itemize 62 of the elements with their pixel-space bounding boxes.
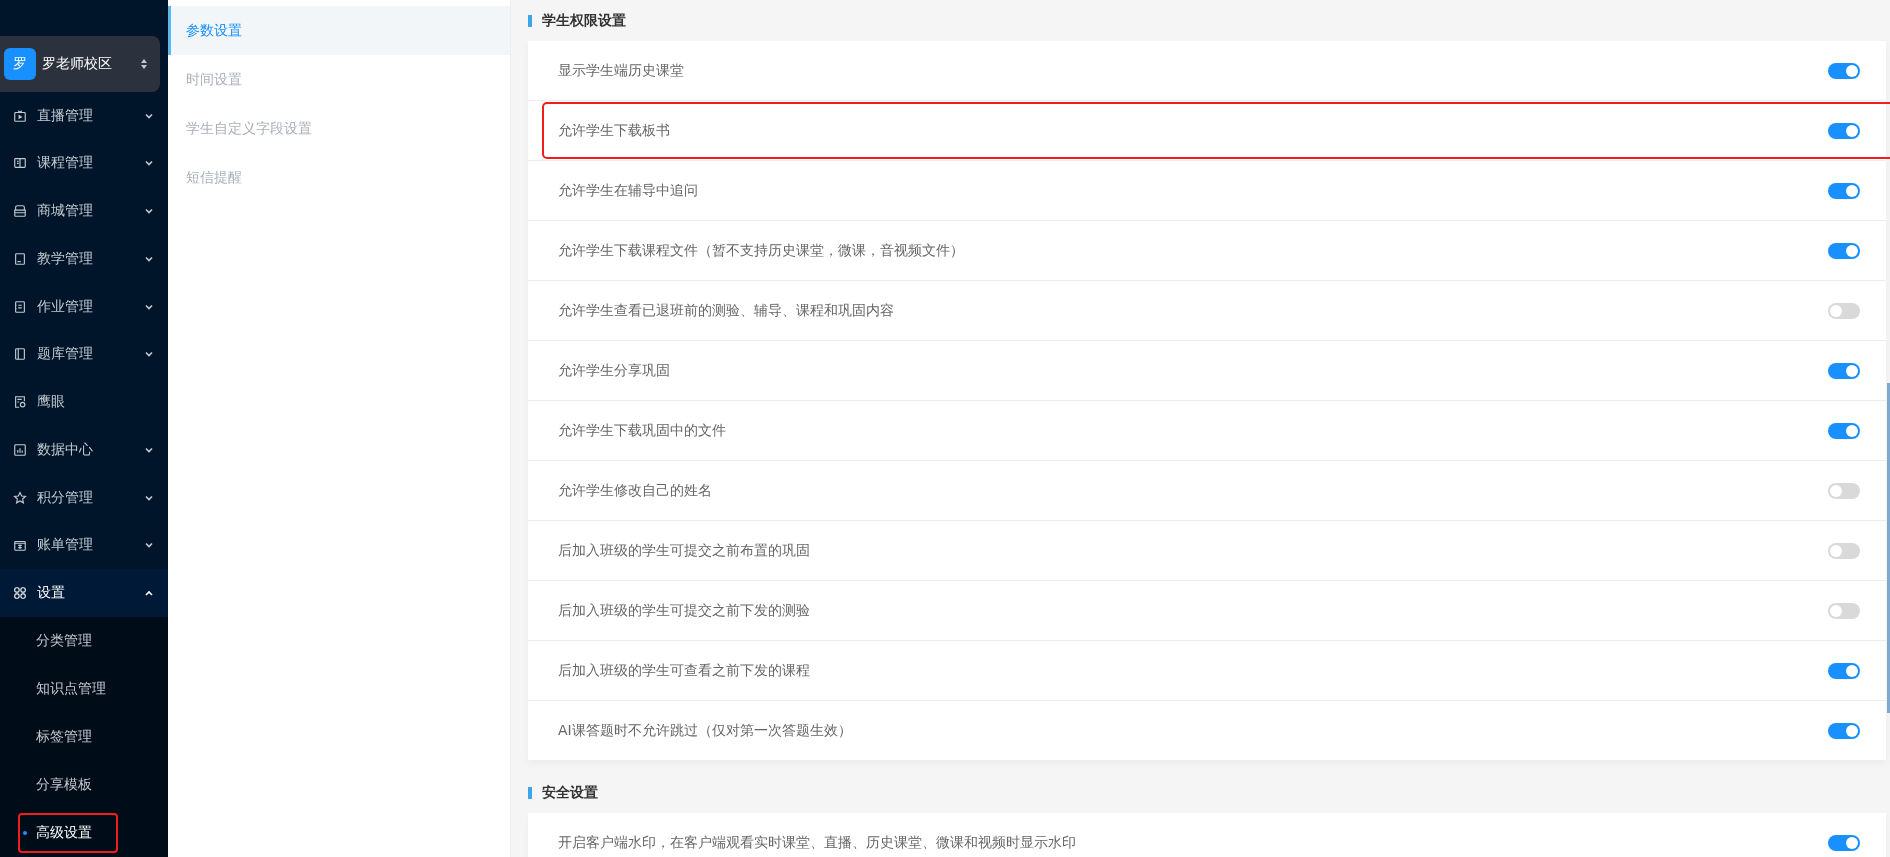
- campus-switcher[interactable]: 罗 罗老师校区: [0, 36, 160, 92]
- toggle-switch[interactable]: [1828, 122, 1860, 139]
- setting-label: 允许学生下载课程文件（暂不支持历史课堂，微课，音视频文件）: [558, 241, 964, 260]
- setting-label: 允许学生查看已退班前的测验、辅导、课程和巩固内容: [558, 301, 894, 320]
- toggle-switch[interactable]: [1828, 482, 1860, 499]
- section-title: 安全设置: [542, 783, 598, 802]
- toggle-switch[interactable]: [1828, 182, 1860, 199]
- book-icon: [13, 347, 27, 362]
- menu-item[interactable]: 作业管理: [0, 282, 168, 331]
- receipt-icon: [13, 538, 27, 553]
- tv-icon: [13, 108, 27, 123]
- menu-item[interactable]: 鹰眼: [0, 378, 168, 426]
- section-marker: [528, 14, 532, 27]
- setting-label: 允许学生下载板书: [558, 121, 670, 140]
- submenu-item[interactable]: 标签管理: [0, 712, 168, 761]
- scrollbar[interactable]: [1887, 383, 1890, 713]
- campus-name: 罗老师校区: [42, 54, 113, 73]
- campus-avatar: 罗: [4, 47, 36, 80]
- submenu-item[interactable]: 分享模板: [0, 760, 168, 809]
- sort-icon: [140, 57, 148, 70]
- submenu-item[interactable]: 高级设置: [0, 808, 168, 857]
- document-icon: [13, 395, 27, 410]
- submenu-item[interactable]: 分类管理: [0, 616, 168, 665]
- menu-item[interactable]: 商城管理: [0, 187, 168, 235]
- toggle-switch[interactable]: [1828, 602, 1860, 619]
- setting-label: 允许学生下载巩固中的文件: [558, 421, 726, 440]
- book-icon: [13, 156, 27, 171]
- toggle-switch[interactable]: [1828, 62, 1860, 79]
- toggle-switch[interactable]: [1828, 302, 1860, 319]
- toggle-switch[interactable]: [1828, 542, 1860, 559]
- list-icon: [13, 299, 27, 314]
- menu-item[interactable]: 课程管理: [0, 139, 168, 188]
- store-icon: [13, 204, 27, 219]
- chart-icon: [13, 442, 27, 457]
- setting-label: 允许学生分享巩固: [558, 361, 670, 380]
- menu-item[interactable]: 数据中心: [0, 425, 168, 474]
- setting-label: 后加入班级的学生可提交之前布置的巩固: [558, 541, 810, 560]
- board-icon: [13, 251, 27, 266]
- setting-label: 显示学生端历史课堂: [558, 61, 684, 80]
- setting-label: AI课答题时不允许跳过（仅对第一次答题生效）: [558, 721, 852, 740]
- menu-item[interactable]: 积分管理: [0, 473, 168, 522]
- toggle-switch[interactable]: [1828, 362, 1860, 379]
- setting-label: 允许学生修改自己的姓名: [558, 481, 712, 500]
- toggle-switch[interactable]: [1828, 422, 1860, 439]
- toggle-switch[interactable]: [1828, 662, 1860, 679]
- menu-item[interactable]: 题库管理: [0, 330, 168, 379]
- toggle-switch[interactable]: [1828, 722, 1860, 739]
- toggle-switch[interactable]: [1828, 242, 1860, 259]
- menu-item[interactable]: 教学管理: [0, 234, 168, 283]
- grid-icon: [13, 586, 27, 601]
- star-icon: [13, 490, 27, 505]
- section-marker: [528, 786, 532, 799]
- section-title: 学生权限设置: [542, 11, 626, 30]
- menu-item[interactable]: 设置: [0, 569, 168, 617]
- menu-item[interactable]: 账单管理: [0, 521, 168, 570]
- setting-label: 开启客户端水印，在客户端观看实时课堂、直播、历史课堂、微课和视频时显示水印: [558, 833, 1076, 852]
- toggle-switch[interactable]: [1828, 834, 1860, 851]
- menu-item[interactable]: 直播管理: [0, 91, 168, 140]
- submenu-item[interactable]: 知识点管理: [0, 664, 168, 713]
- setting-label: 允许学生在辅导中追问: [558, 181, 698, 200]
- setting-label: 后加入班级的学生可提交之前下发的测验: [558, 601, 810, 620]
- setting-label: 后加入班级的学生可查看之前下发的课程: [558, 661, 810, 680]
